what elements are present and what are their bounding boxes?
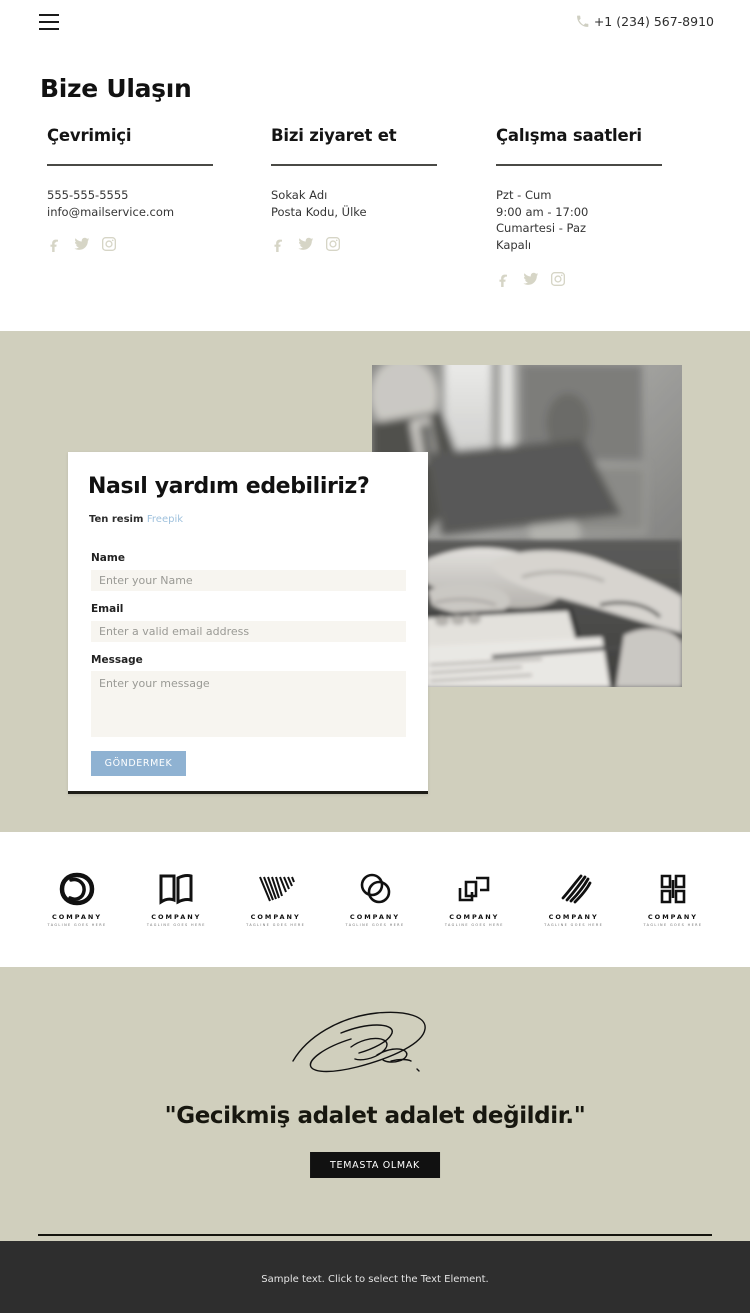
- hamburger-bar: [39, 28, 59, 30]
- section-divider: [38, 1234, 712, 1236]
- oval-swirl-logo-icon: [57, 872, 97, 906]
- phone-link[interactable]: +1 (234) 567-8910: [576, 14, 714, 29]
- facebook-icon[interactable]: [271, 236, 287, 252]
- logo-tagline: TAGLINE GOES HERE: [444, 923, 504, 927]
- email-input[interactable]: [91, 621, 406, 642]
- page-root: +1 (234) 567-8910 Bize Ulaşın Çevrimiçi …: [0, 0, 750, 1313]
- social-links: [47, 236, 243, 252]
- site-footer: Sample text. Click to select the Text El…: [0, 1241, 750, 1313]
- field-gap: [91, 642, 406, 654]
- twitter-icon[interactable]: [74, 236, 90, 252]
- column-line: Sokak Adı: [271, 188, 328, 202]
- logo-tagline: TAGLINE GOES HERE: [544, 923, 604, 927]
- diagonal-stripes-logo-icon: [554, 872, 594, 906]
- signature-mark: [285, 1003, 465, 1093]
- phone-icon: [576, 15, 589, 27]
- image-credit: Ten resim Freepik: [89, 514, 183, 525]
- column-line: Kapalı: [496, 237, 532, 252]
- overlapping-squares-logo-icon: [454, 872, 494, 906]
- phone-number: +1 (234) 567-8910: [593, 14, 714, 29]
- column-line: Pzt - Cum: [496, 188, 552, 202]
- split-blocks-logo-icon: [653, 872, 693, 906]
- footer-text[interactable]: Sample text. Click to select the Text El…: [0, 1274, 750, 1285]
- quote-text: "Gecikmiş adalet adalet değildir.": [164, 1103, 586, 1129]
- logo-item[interactable]: COMPANY TAGLINE GOES HERE: [145, 872, 207, 927]
- hamburger-bar: [39, 21, 59, 23]
- column-heading: Çevrimiçi: [47, 126, 132, 145]
- instagram-icon[interactable]: [550, 271, 566, 287]
- column-line: Posta Kodu, Ülke: [271, 204, 367, 219]
- logo-name: COMPANY: [449, 913, 500, 921]
- column-rule: [496, 164, 662, 166]
- logo-item[interactable]: COMPANY TAGLINE GOES HERE: [245, 872, 307, 927]
- column-line: Cumartesi - Paz: [496, 221, 587, 235]
- column-line: 555-555-5555: [47, 188, 129, 202]
- site-header: +1 (234) 567-8910: [0, 0, 750, 55]
- logo-item[interactable]: COMPANY TAGLINE GOES HERE: [642, 872, 704, 927]
- logo-tagline: TAGLINE GOES HERE: [47, 923, 107, 927]
- logo-tagline: TAGLINE GOES HERE: [146, 923, 206, 927]
- logo-item[interactable]: COMPANY TAGLINE GOES HERE: [46, 872, 108, 927]
- column-heading: Çalışma saatleri: [496, 126, 642, 145]
- open-book-logo-icon: [156, 872, 196, 906]
- logo-name: COMPANY: [250, 913, 301, 921]
- name-label: Name: [91, 552, 125, 564]
- twitter-icon[interactable]: [523, 271, 539, 287]
- facebook-icon[interactable]: [496, 271, 512, 287]
- page-title: Bize Ulaşın: [40, 74, 192, 103]
- client-logos: COMPANY TAGLINE GOES HERE COMPANY TAGLIN…: [0, 832, 750, 967]
- logo-name: COMPANY: [548, 913, 599, 921]
- logo-item[interactable]: COMPANY TAGLINE GOES HERE: [543, 872, 605, 927]
- contact-column-hours: Çalışma saatleri Pzt - Cum 9:00 am - 17:…: [496, 126, 692, 287]
- signature-icon: [292, 1011, 426, 1073]
- interlocking-circles-logo-icon: [355, 872, 395, 906]
- column-line: info@mailservice.com: [47, 204, 175, 219]
- logo-name: COMPANY: [647, 913, 699, 921]
- contact-column-visit: Bizi ziyaret et Sokak Adı Posta Kodu, Ül…: [271, 126, 467, 252]
- column-lines: 555-555-5555 info@mailservice.com: [47, 187, 243, 220]
- column-lines: Pzt - Cum 9:00 am - 17:00 Cumartesi - Pa…: [496, 187, 692, 253]
- contact-form-card: Nasıl yardım edebiliriz? Ten resim Freep…: [68, 452, 428, 794]
- logo-item[interactable]: COMPANY TAGLINE GOES HERE: [344, 872, 406, 927]
- name-input[interactable]: [91, 570, 406, 591]
- logo-name: COMPANY: [51, 913, 103, 921]
- contact-column-online: Çevrimiçi 555-555-5555 info@mailservice.…: [47, 126, 243, 252]
- column-rule: [47, 164, 213, 166]
- form-title: Nasıl yardım edebiliriz?: [88, 474, 370, 499]
- logo-tagline: TAGLINE GOES HERE: [643, 923, 703, 927]
- hamburger-bar: [39, 14, 59, 16]
- get-in-touch-button[interactable]: TEMASTA OLMAK: [310, 1152, 440, 1178]
- form-fields: Name Email Message GÖNDERMEK: [91, 552, 406, 776]
- logo-name: COMPANY: [349, 913, 401, 921]
- logo-tagline: TAGLINE GOES HERE: [246, 923, 306, 927]
- submit-button[interactable]: GÖNDERMEK: [91, 751, 186, 776]
- column-rule: [271, 164, 437, 166]
- email-label: Email: [91, 603, 124, 615]
- hamburger-icon[interactable]: [39, 14, 59, 30]
- social-links: [271, 236, 467, 252]
- message-label: Message: [91, 654, 143, 666]
- image-credit-prefix: Ten resim: [89, 514, 144, 525]
- social-links: [496, 271, 692, 287]
- freepik-link[interactable]: Freepik: [147, 514, 183, 525]
- instagram-icon[interactable]: [325, 236, 341, 252]
- column-line: 9:00 am - 17:00: [496, 204, 589, 219]
- striped-v-logo-icon: [256, 872, 296, 906]
- twitter-icon[interactable]: [298, 236, 314, 252]
- column-lines: Sokak Adı Posta Kodu, Ülke: [271, 187, 467, 220]
- field-gap: [91, 591, 406, 603]
- message-input[interactable]: [91, 671, 406, 737]
- logo-name: COMPANY: [151, 913, 202, 921]
- facebook-icon[interactable]: [47, 236, 63, 252]
- logo-tagline: TAGLINE GOES HERE: [345, 923, 405, 927]
- instagram-icon[interactable]: [101, 236, 117, 252]
- column-heading: Bizi ziyaret et: [271, 126, 397, 145]
- logo-item[interactable]: COMPANY TAGLINE GOES HERE: [443, 872, 505, 927]
